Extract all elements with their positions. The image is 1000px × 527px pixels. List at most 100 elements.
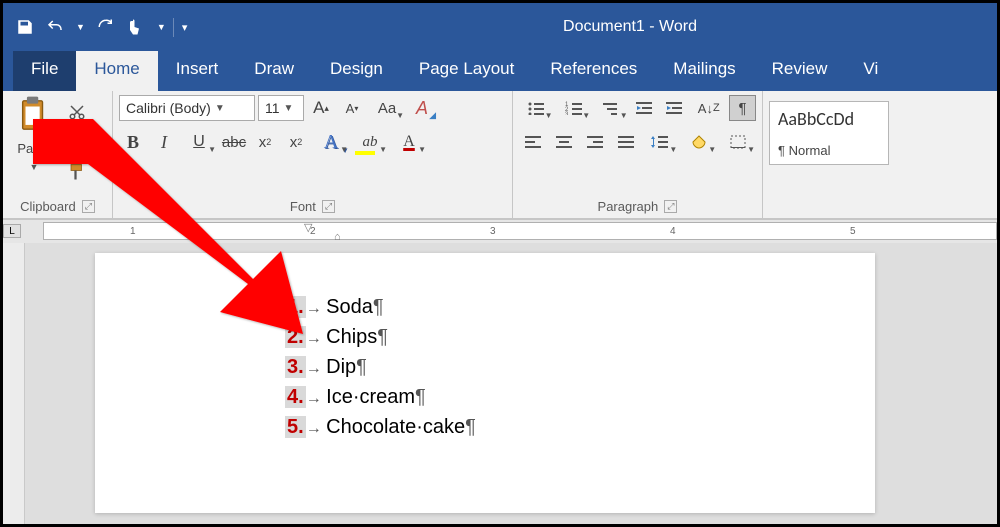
- style-name: ¶ Normal: [778, 143, 880, 158]
- italic-button[interactable]: I: [150, 129, 178, 155]
- font-title: Font: [290, 199, 316, 214]
- font-name-select[interactable]: Calibri (Body)▼: [119, 95, 255, 121]
- tab-insert[interactable]: Insert: [158, 51, 237, 91]
- touch-mode-icon[interactable]: [122, 15, 150, 39]
- list-text: Ice·cream: [326, 386, 415, 408]
- numbering-icon[interactable]: 123▼: [557, 95, 592, 121]
- paragraph-launcher-icon[interactable]: ⤢: [664, 200, 677, 213]
- increase-indent-icon[interactable]: [662, 95, 689, 121]
- pilcrow-icon: ¶: [373, 296, 384, 318]
- align-center-icon[interactable]: [550, 129, 578, 155]
- line-spacing-icon[interactable]: ▼: [643, 129, 679, 155]
- bold-button[interactable]: B: [119, 129, 147, 155]
- tab-review[interactable]: Review: [754, 51, 846, 91]
- list-text: Dip: [326, 356, 356, 378]
- tab-home[interactable]: Home: [76, 51, 157, 91]
- tab-design[interactable]: Design: [312, 51, 401, 91]
- list-number: 4.: [285, 386, 306, 408]
- align-right-icon[interactable]: [581, 129, 609, 155]
- font-color-icon[interactable]: A▼: [391, 129, 427, 155]
- vertical-ruler[interactable]: [3, 243, 25, 524]
- bullets-icon[interactable]: ▼: [519, 95, 554, 121]
- tab-char-icon: →: [306, 390, 326, 407]
- format-painter-icon[interactable]: [63, 159, 91, 185]
- change-case-icon[interactable]: Aa▼: [369, 95, 405, 121]
- ruler-tab-selector[interactable]: L: [3, 224, 21, 238]
- copy-icon[interactable]: [63, 129, 91, 155]
- borders-icon[interactable]: ▼: [720, 129, 756, 155]
- show-marks-icon[interactable]: ¶: [729, 95, 756, 121]
- clear-formatting-icon[interactable]: A◢: [408, 95, 436, 121]
- group-font: Calibri (Body)▼ 11▼ A▴ A▾ Aa▼ A◢ B I U▼ …: [113, 91, 513, 218]
- list-item[interactable]: 4.→ Ice·cream¶: [285, 383, 845, 413]
- pilcrow-icon: ¶: [415, 386, 426, 408]
- ribbon-tabs: File Home Insert Draw Design Page Layout…: [3, 51, 997, 91]
- indent-marker-icon[interactable]: ▽: [304, 221, 312, 234]
- align-left-icon[interactable]: [519, 129, 547, 155]
- undo-icon[interactable]: [41, 15, 69, 39]
- list-number: 5.: [285, 416, 306, 438]
- svg-text:3: 3: [565, 112, 569, 115]
- justify-icon[interactable]: [612, 129, 640, 155]
- pilcrow-icon: ¶: [465, 416, 476, 438]
- font-size-select[interactable]: 11▼: [258, 95, 304, 121]
- pilcrow-icon: ¶: [356, 356, 367, 378]
- font-launcher-icon[interactable]: ⤢: [322, 200, 335, 213]
- decrease-indent-icon[interactable]: [632, 95, 659, 121]
- shrink-font-icon[interactable]: A▾: [338, 95, 366, 121]
- cut-icon[interactable]: [63, 99, 91, 125]
- clipboard-title: Clipboard: [20, 199, 76, 214]
- subscript-button[interactable]: x2: [251, 129, 279, 155]
- tab-char-icon: →: [306, 330, 326, 347]
- ribbon: Paste ▼ Clipboard ⤢ Calibri (Body)▼ 11▼ A…: [3, 91, 997, 219]
- tab-draw[interactable]: Draw: [236, 51, 312, 91]
- redo-icon[interactable]: [92, 15, 120, 39]
- first-line-indent-icon[interactable]: ⌂: [334, 231, 341, 243]
- tab-page-layout[interactable]: Page Layout: [401, 51, 532, 91]
- multilevel-list-icon[interactable]: ▼: [594, 95, 629, 121]
- tab-char-icon: →: [306, 420, 326, 437]
- document-page[interactable]: 1.→ Soda¶2.→ Chips¶3.→ Dip¶4.→ Ice·cream…: [95, 253, 875, 513]
- text-effects-icon[interactable]: A▼: [313, 129, 349, 155]
- tab-mailings[interactable]: Mailings: [655, 51, 753, 91]
- list-text: Chocolate·cake: [326, 416, 465, 438]
- list-item[interactable]: 1.→ Soda¶: [285, 293, 845, 323]
- undo-dropdown-icon[interactable]: ▼: [71, 19, 90, 35]
- save-icon[interactable]: [11, 15, 39, 39]
- list-text: Soda: [326, 296, 373, 318]
- numbered-list: 1.→ Soda¶2.→ Chips¶3.→ Dip¶4.→ Ice·cream…: [285, 293, 845, 443]
- paragraph-title: Paragraph: [598, 199, 659, 214]
- touch-mode-dropdown-icon[interactable]: ▼: [152, 19, 171, 35]
- list-number: 3.: [285, 356, 306, 378]
- paste-button[interactable]: Paste ▼: [9, 95, 59, 185]
- paste-label: Paste: [17, 141, 50, 156]
- style-sample: AaBbCcDd: [778, 108, 880, 130]
- clipboard-launcher-icon[interactable]: ⤢: [82, 200, 95, 213]
- pilcrow-icon: ¶: [377, 326, 388, 348]
- superscript-button[interactable]: x2: [282, 129, 310, 155]
- tab-char-icon: →: [306, 300, 326, 317]
- list-item[interactable]: 5.→ Chocolate·cake¶: [285, 413, 845, 443]
- tab-view[interactable]: Vi: [845, 51, 896, 91]
- list-number: 2.: [285, 326, 306, 348]
- style-normal[interactable]: AaBbCcDd ¶ Normal: [769, 101, 889, 165]
- grow-font-icon[interactable]: A▴: [307, 95, 335, 121]
- title-bar: ▼ ▼ ▾ Document1 - Word: [3, 3, 997, 51]
- ruler-area: L 1 2 3 4 5 ▽ ⌂: [3, 219, 997, 243]
- list-item[interactable]: 3.→ Dip¶: [285, 353, 845, 383]
- tab-references[interactable]: References: [532, 51, 655, 91]
- tab-file[interactable]: File: [13, 51, 76, 91]
- document-area: 1.→ Soda¶2.→ Chips¶3.→ Dip¶4.→ Ice·cream…: [3, 243, 997, 524]
- tab-char-icon: →: [306, 360, 326, 377]
- window-title: Document1 - Word: [563, 18, 697, 36]
- sort-icon[interactable]: A↓Z: [691, 95, 726, 121]
- group-paragraph: ▼ 123▼ ▼ A↓Z ¶ ▼ ▼ ▼ Paragraph ⤢: [513, 91, 763, 218]
- strikethrough-button[interactable]: abc: [220, 129, 248, 155]
- underline-button[interactable]: U▼: [181, 129, 217, 155]
- shading-icon[interactable]: ▼: [681, 129, 717, 155]
- highlight-icon[interactable]: ab▼: [352, 129, 388, 155]
- horizontal-ruler[interactable]: 1 2 3 4 5 ▽ ⌂: [43, 222, 997, 240]
- group-styles: AaBbCcDd ¶ Normal: [763, 91, 997, 218]
- list-item[interactable]: 2.→ Chips¶: [285, 323, 845, 353]
- qat-customize-icon[interactable]: ▾: [173, 18, 193, 37]
